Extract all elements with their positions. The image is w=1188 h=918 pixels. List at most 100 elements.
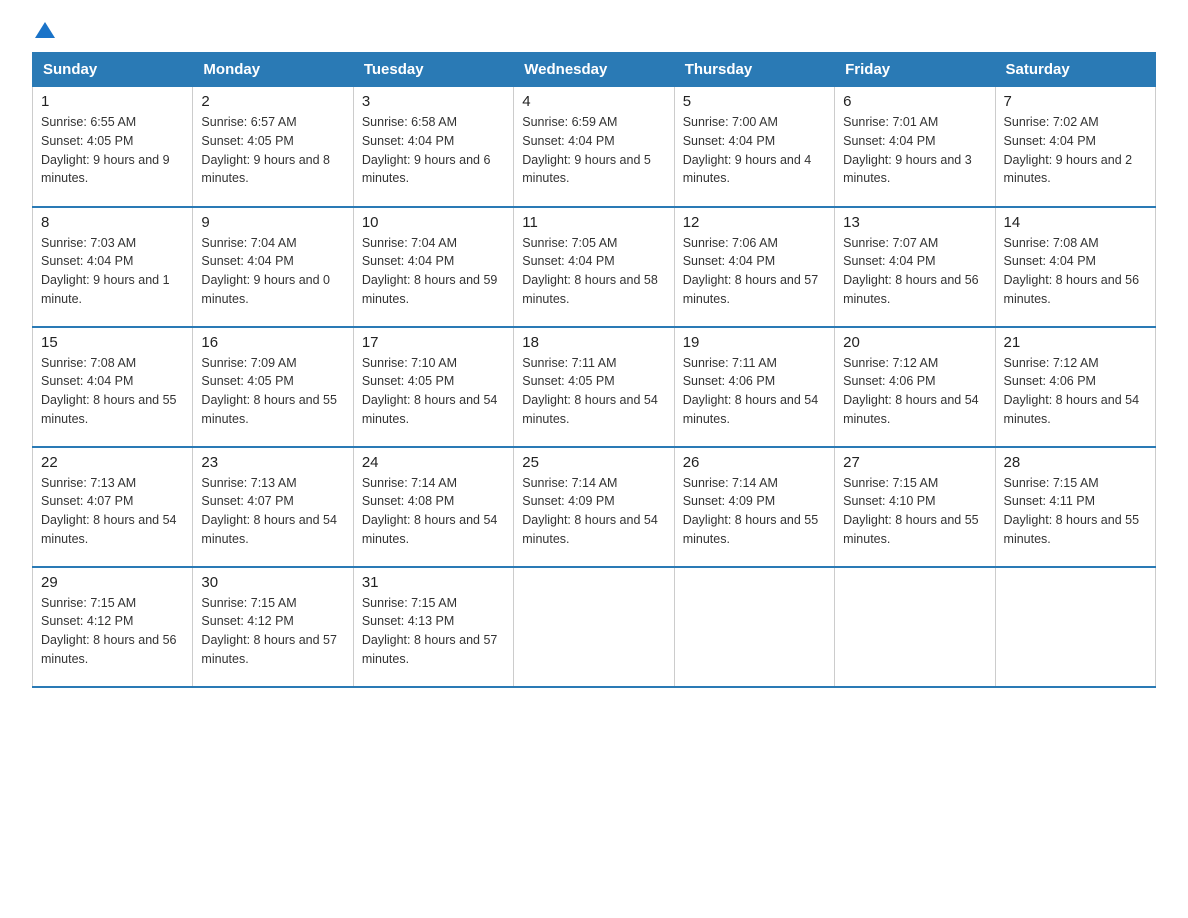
day-number: 11 — [522, 214, 665, 231]
calendar-cell: 16 Sunrise: 7:09 AM Sunset: 4:05 PM Dayl… — [193, 327, 353, 447]
calendar-cell: 7 Sunrise: 7:02 AM Sunset: 4:04 PM Dayli… — [995, 87, 1155, 207]
calendar-table: SundayMondayTuesdayWednesdayThursdayFrid… — [32, 52, 1156, 688]
day-info: Sunrise: 7:08 AM Sunset: 4:04 PM Dayligh… — [1004, 234, 1147, 309]
day-number: 10 — [362, 214, 505, 231]
day-number: 3 — [362, 93, 505, 110]
day-info: Sunrise: 7:00 AM Sunset: 4:04 PM Dayligh… — [683, 113, 826, 188]
day-number: 15 — [41, 334, 184, 351]
day-info: Sunrise: 7:05 AM Sunset: 4:04 PM Dayligh… — [522, 234, 665, 309]
day-info: Sunrise: 7:12 AM Sunset: 4:06 PM Dayligh… — [1004, 354, 1147, 429]
day-header-monday: Monday — [193, 53, 353, 87]
day-number: 18 — [522, 334, 665, 351]
week-row-2: 8 Sunrise: 7:03 AM Sunset: 4:04 PM Dayli… — [33, 207, 1156, 327]
calendar-cell: 8 Sunrise: 7:03 AM Sunset: 4:04 PM Dayli… — [33, 207, 193, 327]
day-info: Sunrise: 7:04 AM Sunset: 4:04 PM Dayligh… — [201, 234, 344, 309]
calendar-cell: 24 Sunrise: 7:14 AM Sunset: 4:08 PM Dayl… — [353, 447, 513, 567]
calendar-cell: 6 Sunrise: 7:01 AM Sunset: 4:04 PM Dayli… — [835, 87, 995, 207]
calendar-cell: 30 Sunrise: 7:15 AM Sunset: 4:12 PM Dayl… — [193, 567, 353, 687]
day-info: Sunrise: 7:15 AM Sunset: 4:10 PM Dayligh… — [843, 474, 986, 549]
day-number: 28 — [1004, 454, 1147, 471]
calendar-cell: 20 Sunrise: 7:12 AM Sunset: 4:06 PM Dayl… — [835, 327, 995, 447]
day-number: 22 — [41, 454, 184, 471]
day-info: Sunrise: 7:07 AM Sunset: 4:04 PM Dayligh… — [843, 234, 986, 309]
day-number: 8 — [41, 214, 184, 231]
calendar-cell: 25 Sunrise: 7:14 AM Sunset: 4:09 PM Dayl… — [514, 447, 674, 567]
day-number: 2 — [201, 93, 344, 110]
calendar-cell: 18 Sunrise: 7:11 AM Sunset: 4:05 PM Dayl… — [514, 327, 674, 447]
day-info: Sunrise: 7:14 AM Sunset: 4:09 PM Dayligh… — [683, 474, 826, 549]
calendar-cell: 28 Sunrise: 7:15 AM Sunset: 4:11 PM Dayl… — [995, 447, 1155, 567]
day-number: 31 — [362, 574, 505, 591]
calendar-cell: 11 Sunrise: 7:05 AM Sunset: 4:04 PM Dayl… — [514, 207, 674, 327]
calendar-cell: 2 Sunrise: 6:57 AM Sunset: 4:05 PM Dayli… — [193, 87, 353, 207]
day-header-thursday: Thursday — [674, 53, 834, 87]
day-number: 21 — [1004, 334, 1147, 351]
day-info: Sunrise: 7:11 AM Sunset: 4:05 PM Dayligh… — [522, 354, 665, 429]
day-info: Sunrise: 6:59 AM Sunset: 4:04 PM Dayligh… — [522, 113, 665, 188]
day-info: Sunrise: 7:04 AM Sunset: 4:04 PM Dayligh… — [362, 234, 505, 309]
logo — [32, 24, 56, 36]
day-header-tuesday: Tuesday — [353, 53, 513, 87]
day-header-saturday: Saturday — [995, 53, 1155, 87]
calendar-cell: 26 Sunrise: 7:14 AM Sunset: 4:09 PM Dayl… — [674, 447, 834, 567]
calendar-cell: 1 Sunrise: 6:55 AM Sunset: 4:05 PM Dayli… — [33, 87, 193, 207]
day-number: 27 — [843, 454, 986, 471]
day-number: 6 — [843, 93, 986, 110]
day-number: 7 — [1004, 93, 1147, 110]
calendar-cell: 5 Sunrise: 7:00 AM Sunset: 4:04 PM Dayli… — [674, 87, 834, 207]
calendar-cell: 3 Sunrise: 6:58 AM Sunset: 4:04 PM Dayli… — [353, 87, 513, 207]
day-info: Sunrise: 7:15 AM Sunset: 4:12 PM Dayligh… — [201, 594, 344, 669]
day-info: Sunrise: 6:57 AM Sunset: 4:05 PM Dayligh… — [201, 113, 344, 188]
calendar-cell: 12 Sunrise: 7:06 AM Sunset: 4:04 PM Dayl… — [674, 207, 834, 327]
calendar-cell — [995, 567, 1155, 687]
calendar-body: 1 Sunrise: 6:55 AM Sunset: 4:05 PM Dayli… — [33, 87, 1156, 687]
day-number: 14 — [1004, 214, 1147, 231]
day-number: 5 — [683, 93, 826, 110]
day-number: 26 — [683, 454, 826, 471]
day-info: Sunrise: 7:13 AM Sunset: 4:07 PM Dayligh… — [41, 474, 184, 549]
day-info: Sunrise: 7:15 AM Sunset: 4:13 PM Dayligh… — [362, 594, 505, 669]
day-number: 30 — [201, 574, 344, 591]
week-row-5: 29 Sunrise: 7:15 AM Sunset: 4:12 PM Dayl… — [33, 567, 1156, 687]
page-header — [32, 24, 1156, 36]
day-info: Sunrise: 7:03 AM Sunset: 4:04 PM Dayligh… — [41, 234, 184, 309]
day-info: Sunrise: 6:55 AM Sunset: 4:05 PM Dayligh… — [41, 113, 184, 188]
calendar-cell: 13 Sunrise: 7:07 AM Sunset: 4:04 PM Dayl… — [835, 207, 995, 327]
week-row-4: 22 Sunrise: 7:13 AM Sunset: 4:07 PM Dayl… — [33, 447, 1156, 567]
day-number: 23 — [201, 454, 344, 471]
day-number: 29 — [41, 574, 184, 591]
day-info: Sunrise: 7:11 AM Sunset: 4:06 PM Dayligh… — [683, 354, 826, 429]
day-number: 25 — [522, 454, 665, 471]
day-info: Sunrise: 7:15 AM Sunset: 4:11 PM Dayligh… — [1004, 474, 1147, 549]
calendar-cell: 19 Sunrise: 7:11 AM Sunset: 4:06 PM Dayl… — [674, 327, 834, 447]
day-number: 17 — [362, 334, 505, 351]
calendar-cell — [835, 567, 995, 687]
day-number: 12 — [683, 214, 826, 231]
day-info: Sunrise: 6:58 AM Sunset: 4:04 PM Dayligh… — [362, 113, 505, 188]
day-header-friday: Friday — [835, 53, 995, 87]
day-info: Sunrise: 7:12 AM Sunset: 4:06 PM Dayligh… — [843, 354, 986, 429]
day-info: Sunrise: 7:14 AM Sunset: 4:09 PM Dayligh… — [522, 474, 665, 549]
day-number: 20 — [843, 334, 986, 351]
day-header-wednesday: Wednesday — [514, 53, 674, 87]
day-info: Sunrise: 7:01 AM Sunset: 4:04 PM Dayligh… — [843, 113, 986, 188]
calendar-cell — [514, 567, 674, 687]
day-number: 19 — [683, 334, 826, 351]
day-number: 9 — [201, 214, 344, 231]
day-number: 16 — [201, 334, 344, 351]
calendar-cell: 22 Sunrise: 7:13 AM Sunset: 4:07 PM Dayl… — [33, 447, 193, 567]
week-row-3: 15 Sunrise: 7:08 AM Sunset: 4:04 PM Dayl… — [33, 327, 1156, 447]
calendar-cell: 4 Sunrise: 6:59 AM Sunset: 4:04 PM Dayli… — [514, 87, 674, 207]
calendar-cell: 10 Sunrise: 7:04 AM Sunset: 4:04 PM Dayl… — [353, 207, 513, 327]
calendar-cell: 14 Sunrise: 7:08 AM Sunset: 4:04 PM Dayl… — [995, 207, 1155, 327]
calendar-cell: 27 Sunrise: 7:15 AM Sunset: 4:10 PM Dayl… — [835, 447, 995, 567]
day-info: Sunrise: 7:08 AM Sunset: 4:04 PM Dayligh… — [41, 354, 184, 429]
day-info: Sunrise: 7:02 AM Sunset: 4:04 PM Dayligh… — [1004, 113, 1147, 188]
day-info: Sunrise: 7:14 AM Sunset: 4:08 PM Dayligh… — [362, 474, 505, 549]
calendar-cell: 9 Sunrise: 7:04 AM Sunset: 4:04 PM Dayli… — [193, 207, 353, 327]
calendar-cell: 17 Sunrise: 7:10 AM Sunset: 4:05 PM Dayl… — [353, 327, 513, 447]
calendar-header: SundayMondayTuesdayWednesdayThursdayFrid… — [33, 53, 1156, 87]
day-info: Sunrise: 7:13 AM Sunset: 4:07 PM Dayligh… — [201, 474, 344, 549]
day-info: Sunrise: 7:09 AM Sunset: 4:05 PM Dayligh… — [201, 354, 344, 429]
day-number: 1 — [41, 93, 184, 110]
